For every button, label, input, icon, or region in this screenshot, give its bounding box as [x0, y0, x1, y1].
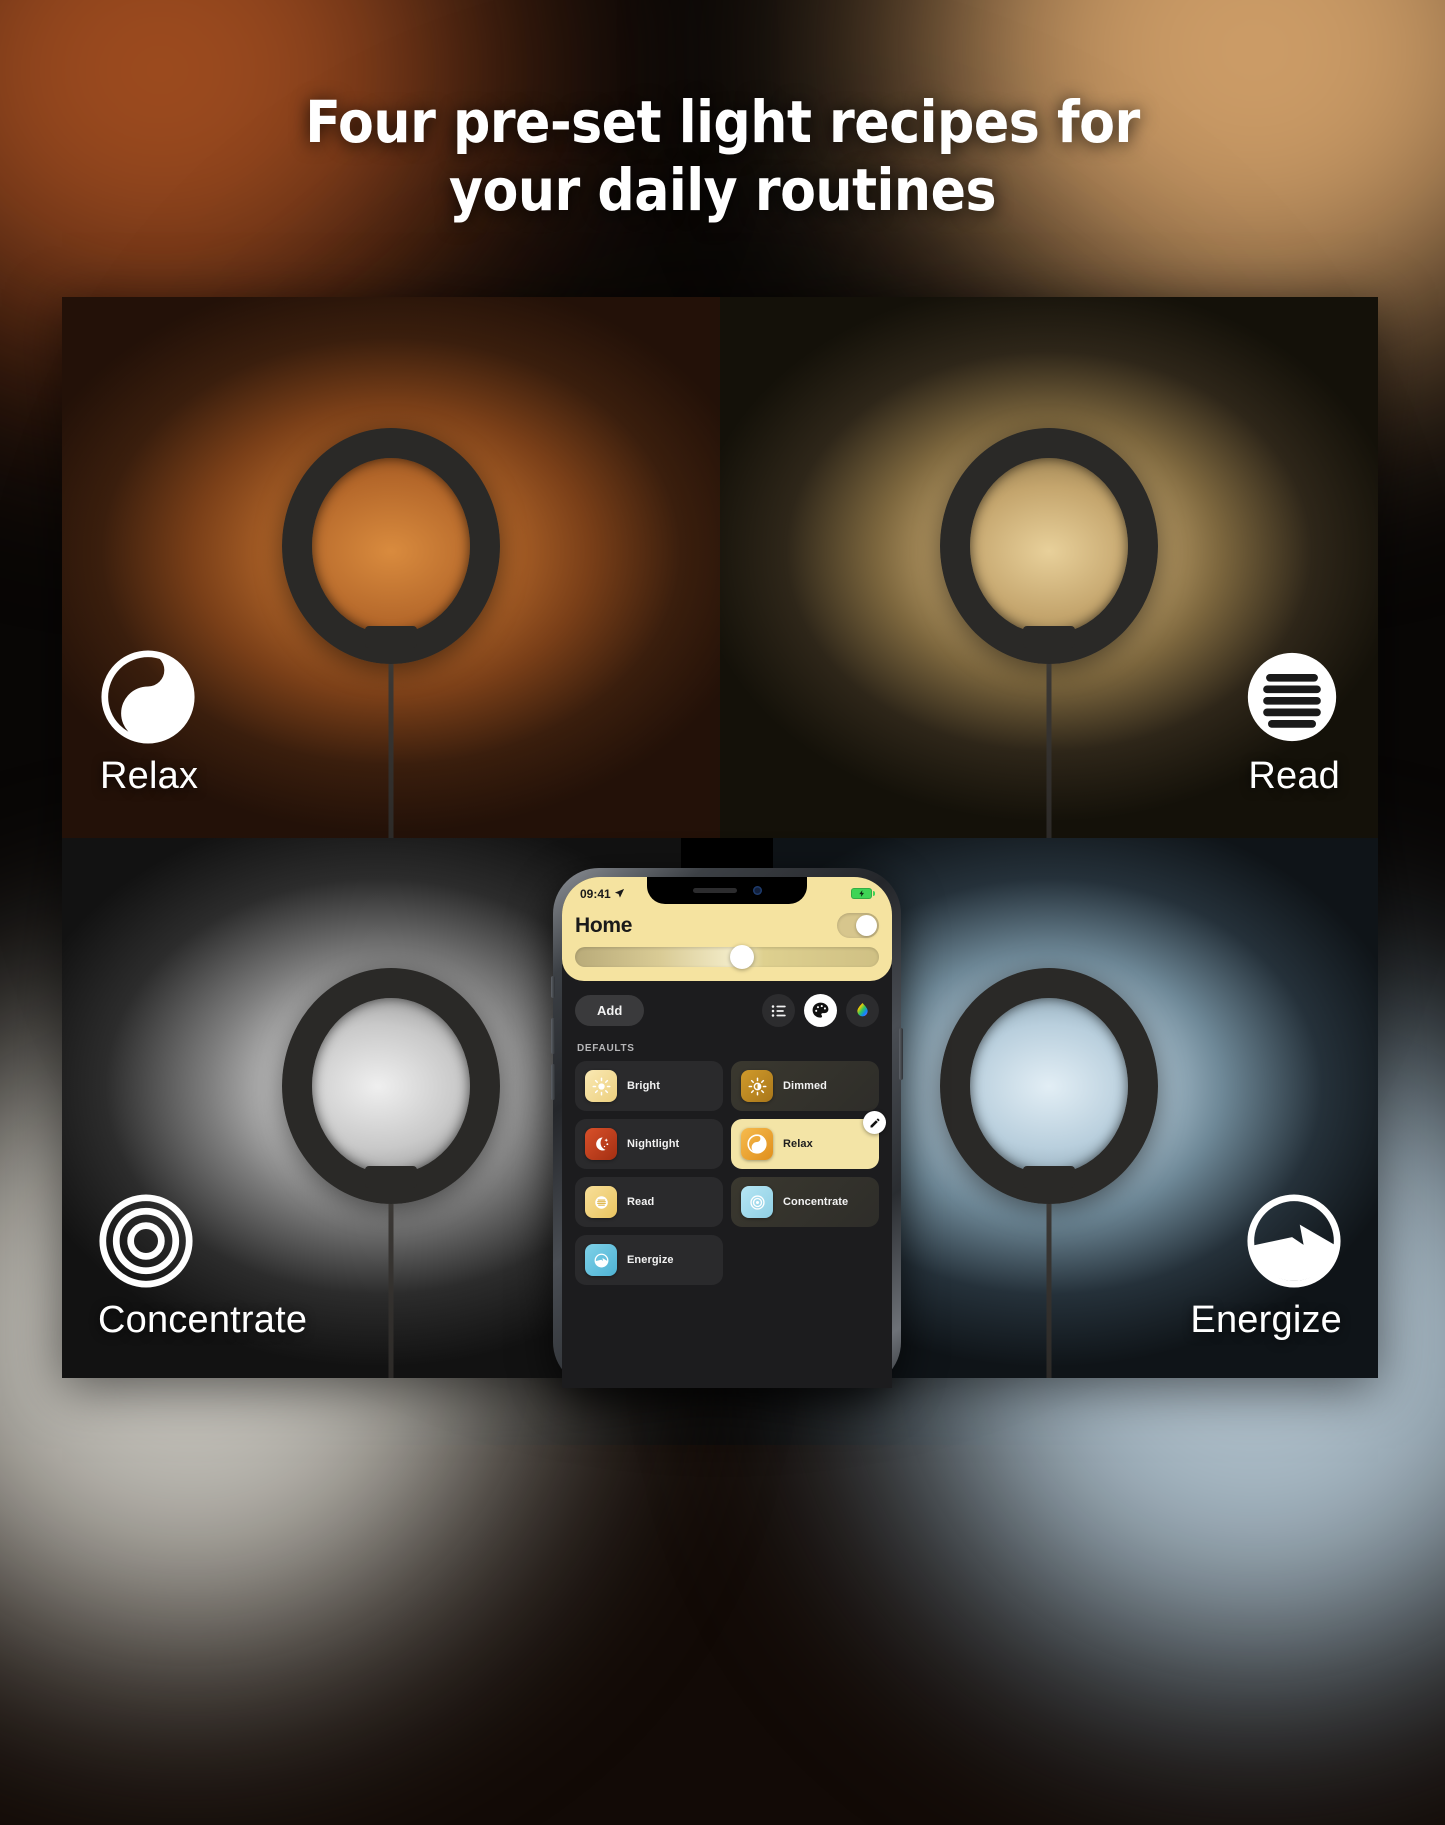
headline-line-2: your daily routines: [448, 156, 997, 225]
wall-lamp-relax: [282, 427, 500, 838]
sun-half-icon: [741, 1070, 773, 1102]
brightness-slider-knob[interactable]: [730, 945, 755, 969]
badge-relax: Relax: [100, 649, 198, 798]
moon-stars-glyph: [595, 1137, 608, 1151]
scene-label-nightlight: Nightlight: [627, 1138, 680, 1150]
badge-label-energize: Energize: [1190, 1299, 1342, 1341]
energize-bolt-icon: [585, 1244, 617, 1276]
scene-tile-dimmed[interactable]: Dimmed: [731, 1061, 879, 1111]
scene-tile-relax[interactable]: Relax: [731, 1111, 886, 1169]
scene-label-concentrate: Concentrate: [783, 1196, 849, 1208]
quadrant-relax: Relax: [62, 297, 720, 838]
sun-glyph: [592, 1077, 610, 1095]
wall-lamp-concentrate: [282, 968, 500, 1378]
scenes-section-label: DEFAULTS: [577, 1043, 635, 1054]
color-drop-glyph: [857, 1002, 868, 1017]
status-time: 09:41: [580, 886, 611, 901]
headline-line-1: Four pre-set light recipes for: [305, 88, 1140, 156]
relax-yinyang-icon: [741, 1128, 773, 1160]
relax-yinyang-glyph: [747, 1134, 767, 1154]
edit-scene-button[interactable]: [863, 1111, 886, 1134]
badge-concentrate: Concentrate: [98, 1193, 307, 1342]
quadrant-read: Read: [720, 297, 1378, 838]
toolbar-view-switcher: [762, 994, 879, 1027]
badge-read: Read: [1244, 649, 1340, 798]
relax-yinyang-icon: [101, 649, 195, 744]
sun-half-glyph: [748, 1077, 766, 1095]
sun-icon: [585, 1070, 617, 1102]
list-glyph: [771, 1004, 786, 1017]
add-button[interactable]: Add: [575, 995, 645, 1026]
badge-label-read: Read: [1248, 754, 1340, 797]
location-arrow-icon: [614, 888, 624, 898]
list-view-icon[interactable]: [762, 994, 795, 1027]
phone-screen: 09:41 Home Add DEFAULTS Bright Dimmed Ni…: [562, 877, 892, 1388]
scene-label-dimmed: Dimmed: [783, 1080, 827, 1092]
phone-notch: [647, 877, 807, 904]
wall-lamp-energize: [940, 968, 1158, 1378]
moon-stars-icon: [585, 1128, 617, 1160]
energize-bolt-icon: [1247, 1194, 1341, 1288]
color-drop-icon[interactable]: [846, 994, 879, 1027]
front-camera-icon: [752, 886, 762, 895]
palette-icon[interactable]: [804, 994, 837, 1027]
status-bar-left: 09:41: [575, 887, 625, 901]
phone-mockup: 09:41 Home Add DEFAULTS Bright Dimmed Ni…: [551, 868, 903, 1388]
phone-mute-switch[interactable]: [551, 976, 555, 998]
home-title-row: Home: [575, 913, 879, 938]
scene-label-bright: Bright: [627, 1080, 660, 1092]
page-title: Four pre-set light recipes for your dail…: [0, 88, 1445, 225]
pencil-icon: [870, 1118, 879, 1127]
scene-label-read: Read: [627, 1196, 655, 1208]
scenes-grid: Bright Dimmed Nightlight Relax Read Conc…: [562, 1061, 892, 1285]
home-title: Home: [575, 913, 633, 937]
scene-tile-nightlight[interactable]: Nightlight: [575, 1119, 723, 1169]
lightning-bolt-icon: [858, 890, 864, 897]
palette-glyph: [812, 1002, 829, 1018]
rings-glyph: [749, 1194, 765, 1210]
phone-volume-up-button[interactable]: [551, 1018, 555, 1054]
battery-charging-icon: [851, 888, 879, 899]
scene-label-energize: Energize: [627, 1254, 674, 1266]
earpiece-speaker: [692, 888, 737, 893]
brightness-slider[interactable]: [575, 945, 879, 969]
read-lines-glyph: [594, 1195, 608, 1209]
rings-icon: [741, 1186, 773, 1218]
scene-tile-concentrate[interactable]: Concentrate: [731, 1177, 879, 1227]
wall-lamp-read: [940, 427, 1158, 838]
badge-label-relax: Relax: [100, 754, 199, 797]
scene-tile-bright[interactable]: Bright: [575, 1061, 723, 1111]
scene-tile-energize[interactable]: Energize: [575, 1235, 723, 1285]
phone-power-button[interactable]: [899, 1028, 903, 1080]
badge-label-concentrate: Concentrate: [98, 1299, 308, 1341]
concentrate-rings-icon: [99, 1194, 193, 1288]
read-lines-icon: [585, 1186, 617, 1218]
phone-volume-down-button[interactable]: [551, 1064, 555, 1100]
scene-label-relax: Relax: [783, 1138, 813, 1150]
read-lines-icon: [1247, 652, 1337, 741]
badge-energize: Energize: [1190, 1193, 1342, 1342]
energize-bolt-glyph: [594, 1253, 608, 1267]
scene-tile-read[interactable]: Read: [575, 1177, 723, 1227]
scene-toolbar: Add: [562, 981, 892, 1027]
power-toggle[interactable]: [837, 913, 879, 938]
